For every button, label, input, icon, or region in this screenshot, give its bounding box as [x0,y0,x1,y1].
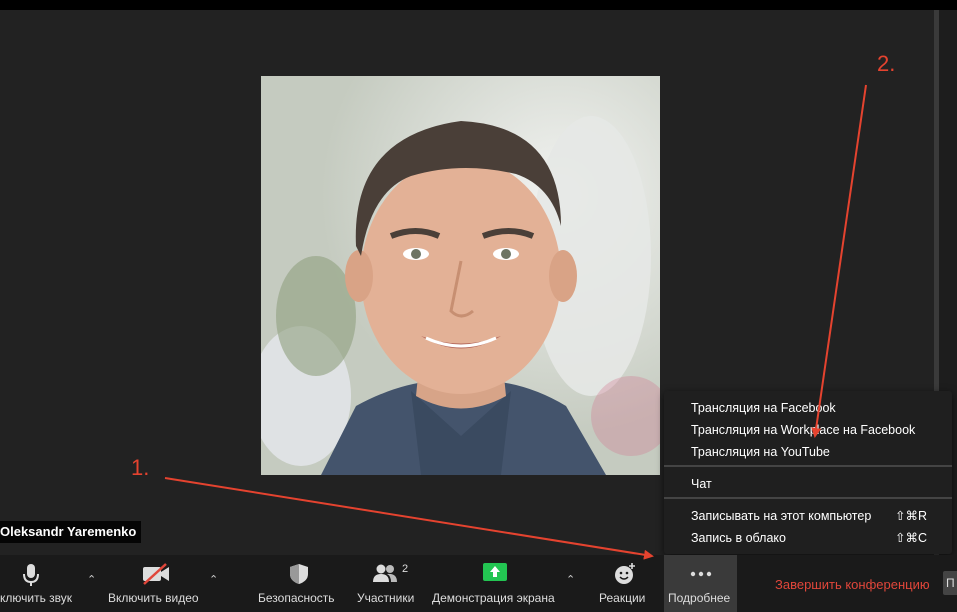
more-dots-icon [690,571,712,577]
security-label: Безопасность [258,591,335,605]
participants-label: Участники [357,591,415,605]
window-top-bar [0,0,957,10]
menu-item-label: Трансляция на Facebook [691,401,836,415]
menu-item-label: Трансляция на YouTube [691,445,830,459]
reaction-icon [615,563,635,584]
meeting-toolbar: ключить звук ⌃ Включить видео ⌃ Безопасн… [0,555,957,612]
menu-item-shortcut: ⇧⌘R [894,509,927,523]
menu-divider [664,465,952,467]
menu-item-label: Чат [691,477,712,491]
share-screen-icon [483,563,507,581]
caret-up-icon[interactable]: ⌃ [209,573,218,586]
start-video-button[interactable]: Включить видео [105,555,205,612]
participants-count: 2 [402,563,409,575]
menu-item-label: Записывать на этот компьютер [691,509,872,523]
menu-item-stream-workplace[interactable]: Трансляция на Workplace на Facebook [691,420,927,440]
video-off-icon [143,563,169,585]
menu-item-label: Запись в облако [691,531,786,545]
more-options-menu: Трансляция на Facebook Трансляция на Wor… [664,391,952,554]
more-label: Подробнее [668,591,731,605]
unmute-button[interactable]: ключить звук [0,555,85,612]
unmute-label: ключить звук [0,591,73,605]
menu-item-record-cloud[interactable]: Запись в облако ⇧⌘C [691,528,927,548]
microphone-icon [23,564,39,586]
more-button[interactable]: Подробнее [664,555,737,612]
side-panel-button[interactable]: П [943,571,957,595]
caret-up-icon[interactable]: ⌃ [566,573,575,586]
caret-up-icon[interactable]: ⌃ [87,573,96,586]
start-video-label: Включить видео [108,591,199,605]
annotation-step-1: 1. [131,455,150,480]
participant-name-tag: Oleksandr Yaremenko [0,521,142,543]
menu-divider [664,497,952,499]
shield-icon [290,564,308,584]
reactions-button[interactable]: Реакции [595,555,653,612]
participants-icon [373,564,397,582]
participant-video [261,76,660,475]
participants-button[interactable]: 2 Участники [352,555,422,612]
menu-item-chat[interactable]: Чат [691,474,927,494]
share-screen-button[interactable]: Демонстрация экрана [430,555,560,612]
security-button[interactable]: Безопасность [255,555,340,612]
share-screen-label: Демонстрация экрана [432,591,555,605]
menu-item-record-local[interactable]: Записывать на этот компьютер ⇧⌘R [691,506,927,526]
reactions-label: Реакции [599,591,646,605]
menu-item-shortcut: ⇧⌘C [894,531,927,545]
participant-portrait [261,76,660,475]
menu-item-label: Трансляция на Workplace на Facebook [691,423,916,437]
menu-item-stream-facebook[interactable]: Трансляция на Facebook [691,398,927,418]
annotation-step-2: 2. [877,51,896,76]
menu-item-stream-youtube[interactable]: Трансляция на YouTube [691,442,927,462]
end-meeting-button[interactable]: Завершить конференцию [775,577,930,592]
